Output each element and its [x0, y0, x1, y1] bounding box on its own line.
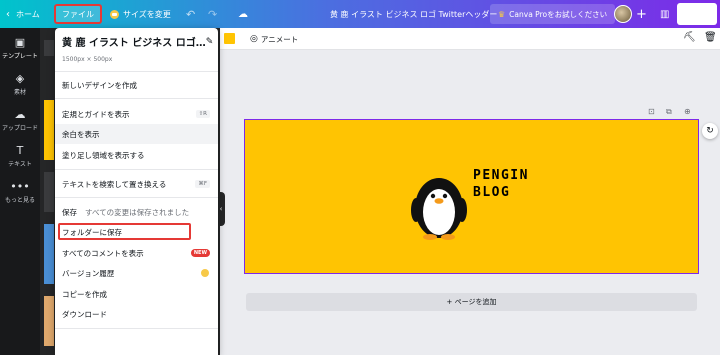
menu-item-version-history[interactable]: バージョン履歴	[55, 263, 218, 283]
duplicate-page-icon[interactable]: ⧉	[666, 107, 672, 117]
rail-item-templates[interactable]: ▣ テンプレート	[0, 36, 40, 60]
avatar[interactable]	[614, 5, 632, 23]
rail-item-elements[interactable]: ◈ 素材	[0, 72, 40, 96]
share-upload-icon: ⇪	[683, 9, 692, 19]
paint-roller-icon[interactable]: ⛏	[683, 32, 696, 43]
top-bar: ‹ ホーム ファイル サイズを変更 ↶ ↷ ☁ 黄 鹿 イラスト ビジネス ロゴ…	[0, 0, 720, 28]
menu-item-label: 余白を表示	[62, 129, 100, 139]
cloud-saved-icon[interactable]: ☁	[238, 0, 248, 28]
panel-thumb	[44, 172, 54, 212]
highlight-box	[58, 223, 191, 240]
undo-icon[interactable]: ↶	[186, 0, 195, 28]
logo-text-line2[interactable]: BLOG	[473, 185, 510, 200]
menu-item-margins[interactable]: 余白を表示	[55, 124, 218, 144]
crown-icon	[201, 269, 209, 277]
menu-header: 黄 鹿 イラスト ビジネス ロゴ… ✎ 1500px × 500px	[62, 34, 214, 64]
rail-item-uploads[interactable]: ☁ アップロード	[0, 108, 40, 132]
document-title[interactable]: 黄 鹿 イラスト ビジネス ロゴ Twitterヘッダー	[330, 0, 497, 28]
rail-label: もっと見る	[4, 197, 35, 204]
panel-thumb	[44, 296, 54, 346]
menu-item-make-copy[interactable]: コピーを作成	[55, 284, 218, 304]
menu-title[interactable]: 黄 鹿 イラスト ビジネス ロゴ… ✎	[62, 34, 214, 50]
menu-item-download[interactable]: ダウンロード	[55, 304, 218, 324]
shortcut-badge: ⇧R	[195, 110, 210, 118]
share-button[interactable]: ⇪ 共有	[677, 3, 717, 25]
more-icon: •••	[10, 180, 30, 193]
try-pro-button[interactable]: ♛ Canva Proをお試しください	[490, 4, 616, 24]
panel-thumb	[44, 224, 54, 284]
menu-item-save[interactable]: 保存 すべての変更は保存されました	[55, 202, 218, 222]
try-pro-label: Canva Proをお試しください	[509, 9, 608, 19]
home-button[interactable]: ‹ ホーム	[6, 0, 40, 28]
crown-icon	[110, 9, 119, 19]
chevron-left-icon: ‹	[6, 8, 10, 20]
editor-toolbar: ◎ アニメート ⛏ 🗑	[220, 28, 720, 50]
file-menu: 黄 鹿 イラスト ビジネス ロゴ… ✎ 1500px × 500px 新しいデザ…	[55, 28, 218, 355]
design-size: 1500px × 500px	[62, 56, 113, 63]
new-badge: NEW	[190, 249, 210, 257]
rail-label: テンプレート	[2, 53, 38, 60]
menu-item-label: テキストを検索して置き換える	[62, 179, 167, 189]
menu-item-new-design[interactable]: 新しいデザインを作成	[55, 75, 218, 95]
menu-item-label: すべてのコメントを表示	[62, 248, 144, 258]
rail-item-text[interactable]: T テキスト	[0, 144, 40, 168]
menu-item-label: 塗り足し領域を表示する	[62, 150, 145, 160]
trash-icon[interactable]: 🗑	[704, 32, 717, 43]
menu-item-label: 新しいデザインを作成	[62, 80, 137, 90]
animate-icon: ◎	[250, 34, 258, 44]
upload-icon: ☁	[14, 108, 26, 121]
menu-item-label: コピーを作成	[62, 289, 107, 299]
menu-item-show-comments[interactable]: すべてのコメントを表示 NEW	[55, 243, 218, 263]
animate-label: アニメート	[260, 34, 299, 44]
panel-thumb	[44, 100, 54, 160]
lock-icon[interactable]: ⊡	[648, 107, 655, 116]
template-icon: ▣	[14, 36, 26, 49]
collapse-panel-handle[interactable]: ‹	[217, 192, 225, 226]
save-status: すべての変更は保存されました	[85, 207, 190, 217]
menu-item-label: ダウンロード	[62, 309, 107, 319]
add-collaborator-icon[interactable]: +	[636, 0, 647, 28]
file-menu-button[interactable]: ファイル	[54, 4, 102, 24]
menu-item-label: バージョン履歴	[62, 268, 115, 278]
menu-item-bleed[interactable]: 塗り足し領域を表示する	[55, 145, 218, 165]
resize-label: サイズを変更	[123, 9, 171, 19]
divider	[55, 197, 218, 198]
pencil-icon[interactable]: ✎	[206, 37, 214, 47]
rail-item-more[interactable]: ••• もっと見る	[0, 180, 40, 204]
divider	[55, 71, 218, 72]
logo-text-line1[interactable]: PENGIN	[473, 168, 529, 183]
add-page-button[interactable]: + ページを追加	[246, 293, 697, 311]
insights-icon[interactable]: ▥	[660, 0, 669, 28]
elements-icon: ◈	[15, 72, 25, 85]
menu-item-label: 定規とガイドを表示	[62, 109, 130, 119]
panel-thumb	[44, 40, 54, 56]
divider	[55, 98, 218, 99]
penguin-illustration[interactable]	[408, 168, 470, 240]
rail-label: アップロード	[1, 125, 38, 132]
left-rail: ▣ テンプレート ◈ 素材 ☁ アップロード T テキスト ••• もっと見る	[0, 28, 40, 355]
menu-item-find-replace[interactable]: テキストを検索して置き換える ⌘F	[55, 174, 218, 194]
rail-label: テキスト	[8, 161, 32, 168]
divider	[55, 328, 218, 329]
animate-button[interactable]: ◎ アニメート	[250, 28, 298, 50]
resize-button[interactable]: サイズを変更	[110, 0, 171, 28]
design-name: 黄 鹿 イラスト ビジネス ロゴ…	[62, 38, 206, 49]
shortcut-badge: ⌘F	[195, 180, 210, 188]
divider	[55, 169, 218, 170]
add-page-icon[interactable]: ⊕	[684, 107, 691, 116]
menu-item-label: 保存	[62, 207, 77, 217]
share-label: 共有	[694, 9, 711, 19]
refresh-icon[interactable]: ↻	[702, 123, 718, 139]
home-label: ホーム	[16, 9, 40, 19]
rail-label: 素材	[13, 89, 26, 96]
design-page[interactable]	[244, 119, 699, 274]
text-icon: T	[16, 144, 24, 157]
menu-item-rulers[interactable]: 定規とガイドを表示 ⇧R	[55, 104, 218, 124]
crown-icon: ♛	[498, 9, 506, 19]
background-color-swatch[interactable]	[224, 33, 235, 44]
redo-icon[interactable]: ↷	[208, 0, 217, 28]
